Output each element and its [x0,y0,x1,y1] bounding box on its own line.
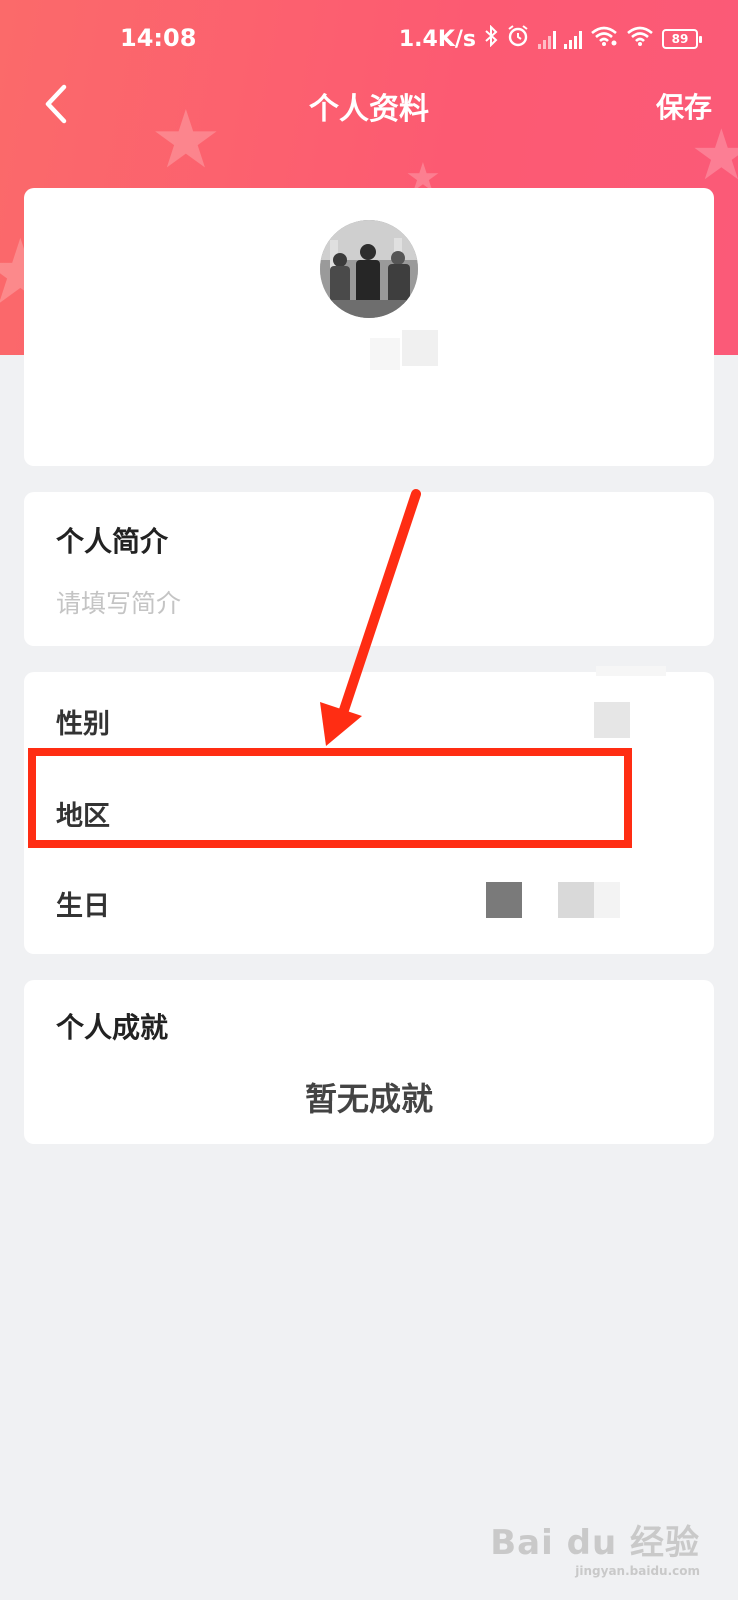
bio-card[interactable]: 个人简介 请填写简介 [24,492,714,646]
bio-title: 个人简介 [56,525,169,558]
network-speed: 1.4K/s [398,26,476,52]
birthday-value-redacted [558,882,594,918]
gender-value-redacted [594,702,630,738]
alarm-icon [506,24,530,54]
save-button[interactable]: 保存 [656,86,712,126]
birthday-row[interactable]: 生日 [24,860,714,954]
battery-icon: 89 [662,29,702,49]
annotation-highlight-box [28,748,632,848]
profile-card [24,188,714,466]
star-decoration-icon: ★ [690,114,738,196]
wifi-icon [590,25,618,53]
achievements-card: 个人成就 暂无成就 [24,980,714,1144]
wifi-icon [626,25,654,53]
status-time: 14:08 [120,24,197,52]
status-icons: 1.4K/s 89 [398,24,702,54]
nickname-redacted [370,338,400,370]
no-achievement-text: 暂无成就 [304,1080,433,1118]
bio-input[interactable]: 请填写简介 [56,584,181,620]
achievements-title: 个人成就 [56,1011,169,1044]
navigation-bar: 个人资料 保存 [0,80,738,130]
birthday-value-redacted [594,882,620,918]
watermark-sub: jingyan.baidu.com [575,1564,700,1578]
signal-icon [538,29,556,49]
nickname-redacted [402,330,438,366]
battery-level: 89 [671,32,689,46]
gender-label: 性别 [56,709,110,740]
watermark-main: Bai du 经验 [490,1523,700,1563]
status-bar: 14:08 1.4K/s 89 [0,0,738,80]
baidu-jingyan-watermark: Bai du 经验 jingyan.baidu.com [490,1515,700,1578]
avatar-photo [320,220,418,318]
signal-icon [564,29,582,49]
birthday-label: 生日 [56,891,110,922]
avatar[interactable] [320,220,418,318]
page-title: 个人资料 [309,92,429,127]
gender-value-redacted [596,666,666,676]
birthday-value-redacted [486,882,522,918]
bluetooth-icon [484,24,498,53]
